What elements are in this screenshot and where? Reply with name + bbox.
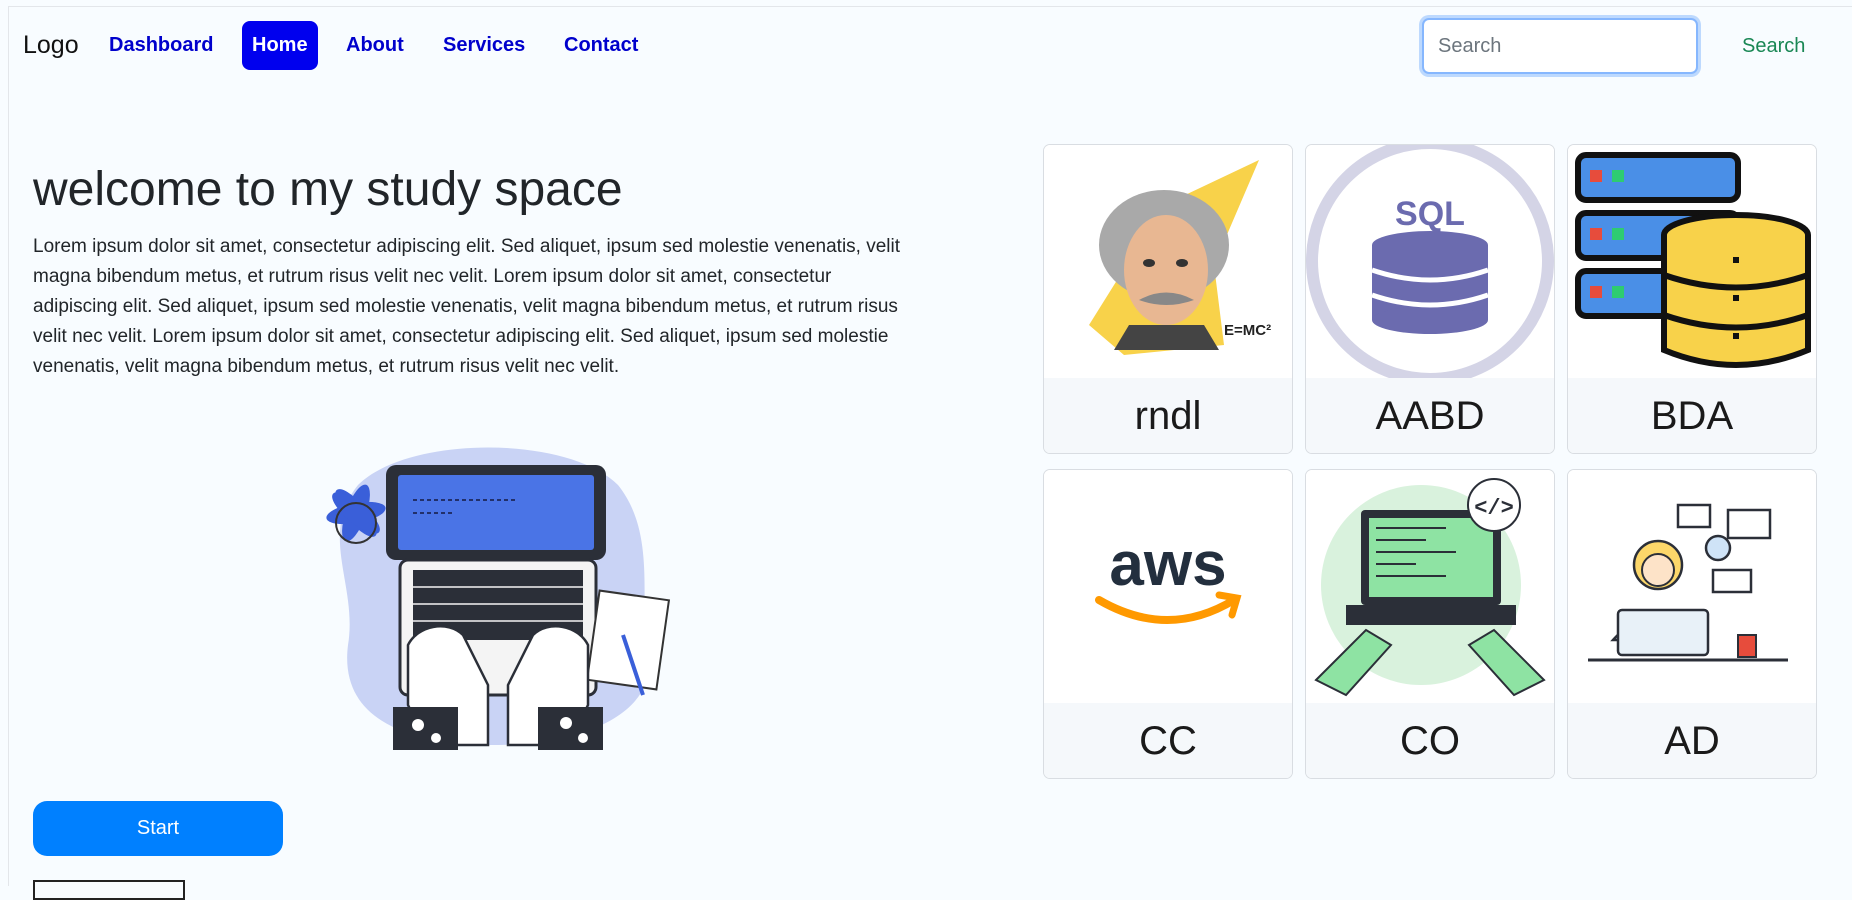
svg-text:SQL: SQL xyxy=(1395,195,1465,233)
workspace-person-icon xyxy=(1568,470,1816,703)
nav-link-contact[interactable]: Contact xyxy=(554,21,648,70)
svg-text:aws: aws xyxy=(1109,530,1226,599)
search-input[interactable] xyxy=(1422,18,1698,74)
nav-link-about[interactable]: About xyxy=(336,21,414,70)
laptop-typing-illustration xyxy=(318,445,678,750)
svg-text:E=MC²: E=MC² xyxy=(1224,322,1271,339)
nav-link-dashboard[interactable]: Dashboard xyxy=(99,21,223,70)
course-card-bda[interactable]: BDA xyxy=(1567,144,1817,454)
card-label: rndl xyxy=(1044,378,1292,453)
course-card-cc[interactable]: aws CC xyxy=(1043,469,1293,779)
partial-box xyxy=(33,880,185,900)
einstein-icon: E=MC² xyxy=(1044,145,1292,378)
page-title: welcome to my study space xyxy=(33,163,623,216)
card-label: BDA xyxy=(1568,378,1816,453)
nav-link-home[interactable]: Home xyxy=(242,21,318,70)
course-card-ad[interactable]: AD xyxy=(1567,469,1817,779)
search-button[interactable]: Search xyxy=(1722,26,1825,66)
navbar: Logo Dashboard Home About Services Conta… xyxy=(0,0,1852,92)
card-label: AD xyxy=(1568,703,1816,778)
server-database-icon xyxy=(1568,145,1816,378)
logo[interactable]: Logo xyxy=(23,31,79,60)
aws-logo-icon: aws xyxy=(1044,470,1292,703)
card-label: AABD xyxy=(1306,378,1554,453)
course-card-aabd[interactable]: SQL AABD xyxy=(1305,144,1555,454)
start-button[interactable]: Start xyxy=(33,801,283,856)
course-card-co[interactable]: </> CO xyxy=(1305,469,1555,779)
sql-database-icon: SQL xyxy=(1306,145,1554,378)
hero-description: Lorem ipsum dolor sit amet, consectetur … xyxy=(33,236,901,377)
nav-link-services[interactable]: Services xyxy=(433,21,535,70)
card-label: CO xyxy=(1306,703,1554,778)
course-card-rndl[interactable]: E=MC² rndl xyxy=(1043,144,1293,454)
card-label: CC xyxy=(1044,703,1292,778)
svg-text:</>: </> xyxy=(1474,496,1514,521)
coding-laptop-icon: </> xyxy=(1306,470,1554,703)
